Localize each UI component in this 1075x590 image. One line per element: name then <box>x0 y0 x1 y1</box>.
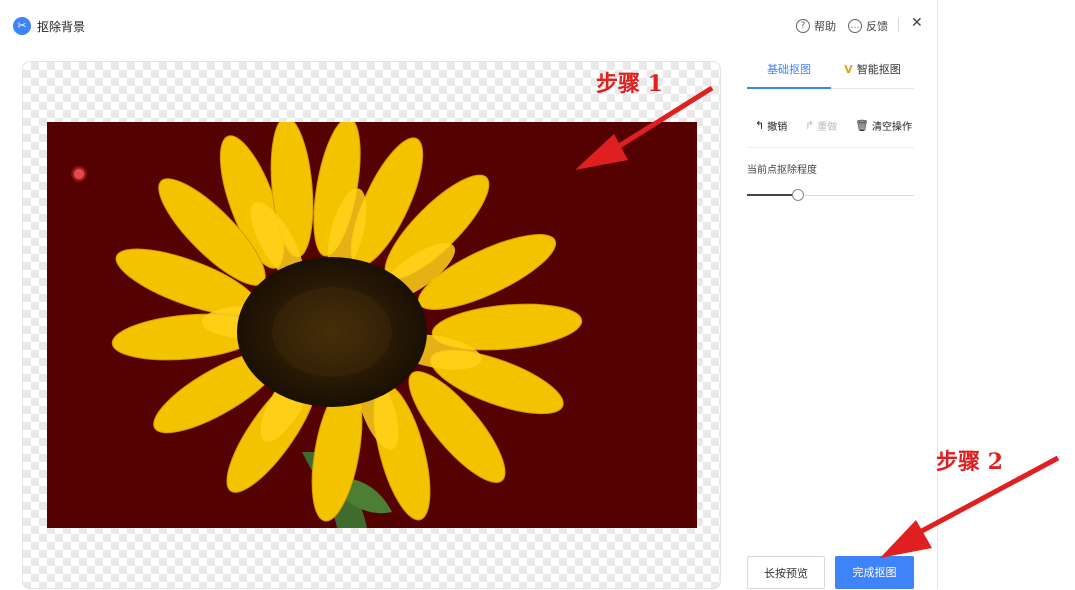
arrow-step1 <box>575 85 714 170</box>
step2-annotation: 步骤 2 <box>936 449 1003 475</box>
step1-annotation: 步骤 1 <box>596 71 663 97</box>
annotation-arrows <box>575 85 1060 558</box>
